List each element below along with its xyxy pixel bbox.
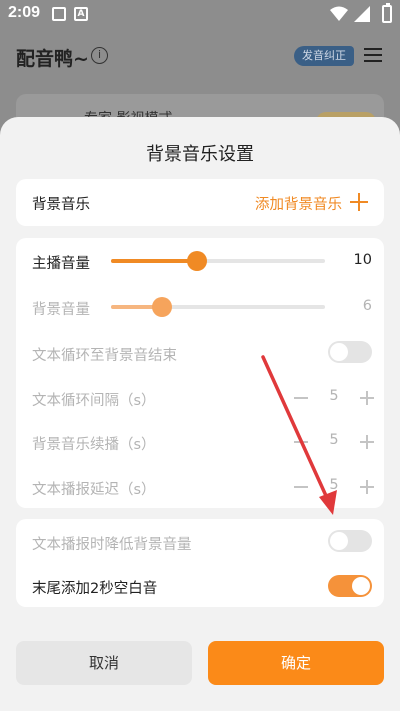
cancel-button[interactable]: 取消 <box>16 641 192 685</box>
bg-music-card: 背景音乐 添加背景音乐 <box>16 179 384 226</box>
plus-icon[interactable] <box>350 193 368 211</box>
minus-icon[interactable] <box>294 441 308 443</box>
tail-silence-toggle[interactable] <box>328 575 372 597</box>
add-bg-music-button[interactable]: 添加背景音乐 <box>255 193 342 214</box>
app-header: 配音鸭~ i 发音纠正 <box>0 30 400 84</box>
bg-continue-stepper[interactable]: 5 <box>294 432 374 452</box>
duck-bg-label: 文本播报时降低背景音量 <box>32 537 192 553</box>
tail-silence-label: 末尾添加2秒空白音 <box>32 581 158 597</box>
menu-icon[interactable] <box>364 48 382 62</box>
main-volume-thumb[interactable] <box>186 251 207 271</box>
main-volume-slider[interactable] <box>111 251 325 271</box>
status-time: 2:09 <box>8 4 41 21</box>
plus-icon[interactable] <box>360 480 374 494</box>
sheet-title: 背景音乐设置 <box>146 144 254 165</box>
volume-settings-card: 主播音量 10 背景音量 6 文本循环至背景音结束 文本循环间隔（s） 5 背景… <box>16 238 384 508</box>
loop-interval-stepper[interactable]: 5 <box>294 388 374 408</box>
play-delay-label: 文本播报延迟（s） <box>32 482 156 498</box>
image-notification-icon <box>52 7 66 21</box>
bg-music-settings-sheet: 背景音乐设置 背景音乐 添加背景音乐 主播音量 10 背景音量 6 文本循环至背… <box>0 117 400 711</box>
signal-icon <box>354 6 370 22</box>
bg-music-label: 背景音乐 <box>32 197 90 213</box>
duck-bg-toggle[interactable] <box>328 530 372 552</box>
info-icon[interactable]: i <box>91 47 108 64</box>
confirm-button[interactable]: 确定 <box>208 641 384 685</box>
pronunciation-badge[interactable]: 发音纠正 <box>294 46 354 66</box>
bg-volume-thumb[interactable] <box>152 297 173 317</box>
app-notification-icon: A <box>74 7 88 21</box>
plus-icon[interactable] <box>360 391 374 405</box>
battery-icon <box>382 3 392 23</box>
bg-volume-label: 背景音量 <box>32 302 90 318</box>
wifi-icon <box>330 6 348 21</box>
switch-settings-card: 文本播报时降低背景音量 末尾添加2秒空白音 <box>16 519 384 607</box>
app-title: 配音鸭~ <box>16 48 89 70</box>
bg-continue-label: 背景音乐续播（s） <box>32 437 156 453</box>
minus-icon[interactable] <box>294 397 308 399</box>
bg-continue-value: 5 <box>329 432 339 448</box>
main-volume-value: 10 <box>353 252 372 268</box>
plus-icon[interactable] <box>360 435 374 449</box>
loop-interval-value: 5 <box>329 388 339 404</box>
minus-icon[interactable] <box>294 486 308 488</box>
main-volume-label: 主播音量 <box>32 256 90 272</box>
bg-volume-value: 6 <box>362 298 372 314</box>
play-delay-stepper[interactable]: 5 <box>294 477 374 497</box>
loop-until-end-toggle[interactable] <box>328 341 372 363</box>
loop-until-end-label: 文本循环至背景音结束 <box>32 348 177 364</box>
bg-volume-slider[interactable] <box>111 297 325 317</box>
play-delay-value: 5 <box>329 477 339 493</box>
status-bar: 2:09 A <box>0 0 400 30</box>
main-volume-fill <box>111 259 197 263</box>
loop-interval-label: 文本循环间隔（s） <box>32 393 156 409</box>
